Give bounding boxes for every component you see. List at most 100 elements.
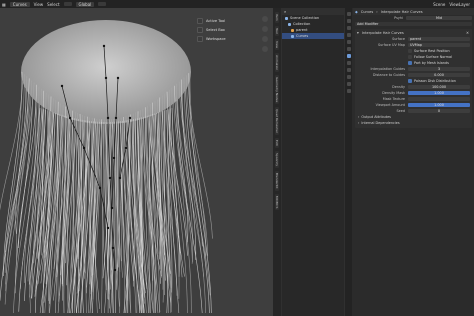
checkbox[interactable] (408, 61, 412, 65)
property-field[interactable]: 3 (408, 66, 470, 72)
property-label: Viewport Amount (375, 103, 405, 107)
tab-view[interactable]: View (275, 38, 279, 50)
camera-icon[interactable] (262, 36, 268, 42)
control-point[interactable] (124, 146, 128, 150)
control-point[interactable] (112, 156, 116, 160)
control-point[interactable] (98, 186, 102, 190)
constraints-tab-icon[interactable] (346, 75, 351, 79)
control-point[interactable] (128, 116, 132, 120)
control-point[interactable] (110, 206, 114, 210)
tab-edit[interactable]: Edit (275, 138, 279, 149)
world-tab-icon[interactable] (346, 40, 351, 44)
property-field[interactable]: parent (408, 36, 470, 42)
modifier-header[interactable]: ▾ Interpolate Hair Curves ✕ (355, 29, 472, 36)
separator (63, 2, 72, 6)
control-point[interactable] (108, 176, 112, 180)
object-name: Curves (360, 9, 374, 14)
property-field[interactable]: 0.000 (408, 72, 470, 78)
control-point[interactable] (118, 176, 122, 180)
zoom-icon[interactable] (262, 16, 268, 22)
scene-tab-icon[interactable] (346, 33, 351, 37)
tab-geometry-nodes[interactable]: Geometry Nodes (275, 75, 279, 105)
tab-tool[interactable]: Tool (275, 25, 279, 36)
hair-strand (155, 100, 161, 260)
object-tab-icon[interactable] (346, 47, 351, 51)
property-label: Surface (392, 37, 405, 41)
close-icon[interactable]: ✕ (466, 31, 472, 35)
overlay-item[interactable]: Select Box (197, 27, 226, 33)
property-field[interactable]: Mid (406, 15, 472, 21)
snap-toggle[interactable] (98, 2, 107, 6)
curves-icon: ◆ (355, 9, 358, 14)
property-label: Interpolation Guides (370, 67, 405, 71)
view-menu[interactable]: View (34, 2, 44, 7)
property-label: Psyhi (394, 16, 403, 20)
add-modifier-button[interactable]: Add Modifier (355, 21, 472, 27)
properties-editor: ◆ Curves › Interpolate Hair Curves Psyhi… (345, 8, 474, 316)
property-field[interactable]: 1.000 (408, 90, 470, 96)
control-point[interactable] (116, 76, 120, 80)
select-menu[interactable]: Select (47, 2, 59, 7)
viewlayer-selector[interactable]: ViewLayer (449, 2, 474, 7)
physics-tab-icon[interactable] (346, 68, 351, 72)
checkbox[interactable] (408, 55, 412, 59)
scene-selector[interactable]: Scene (433, 2, 445, 7)
checkbox-label: Part by Mesh Islands (414, 61, 449, 65)
tab-blenderkit[interactable]: BlenderKit (275, 171, 279, 191)
render-tab-icon[interactable] (346, 19, 351, 23)
modifier-panel: ▾ Interpolate Hair Curves ✕ Surface paren… (355, 29, 472, 128)
viewport-3d[interactable]: Active Tool Select Box Workspace (0, 8, 273, 316)
tab-spoonify[interactable]: Spoonify (275, 151, 279, 169)
filter-icon[interactable]: ⌕ (284, 9, 286, 14)
property-label: Density (392, 85, 405, 89)
collection-icon (285, 16, 288, 20)
checkbox[interactable] (408, 79, 412, 83)
control-point[interactable] (106, 226, 110, 230)
checkbox-label: Poisson Disk Distribution (414, 79, 456, 83)
control-point[interactable] (82, 146, 86, 150)
checkbox-label: Surface Rest Position (414, 49, 450, 53)
tab-item[interactable]: Item (275, 12, 279, 23)
chevron-down-icon[interactable]: ▾ (357, 31, 359, 35)
control-point[interactable] (104, 76, 108, 80)
property-label: Surface UV Map (377, 43, 405, 47)
tab-quad-remesher[interactable]: Quad Remesher (275, 107, 279, 136)
material-tab-icon[interactable] (346, 89, 351, 93)
property-field[interactable]: 1.000 (408, 102, 470, 108)
control-point[interactable] (106, 116, 110, 120)
hair-strand (118, 118, 121, 314)
control-point[interactable] (102, 44, 106, 48)
property-field[interactable]: 0 (408, 108, 470, 114)
editor-type-icon[interactable]: ▦ (2, 2, 6, 7)
section-internal-dependencies[interactable]: › Internal Dependencies (355, 120, 472, 126)
tab-miomcs[interactable]: MIOMCS (275, 193, 279, 211)
tool-tab-icon[interactable] (346, 12, 351, 16)
hair-strand (181, 79, 197, 260)
dome-surface (21, 20, 191, 124)
pan-icon[interactable] (262, 26, 268, 32)
property-field[interactable]: 100.000 (408, 84, 470, 90)
output-tab-icon[interactable] (346, 26, 351, 30)
mode-selector[interactable]: Curves (9, 1, 30, 7)
navigation-gizmo[interactable] (262, 16, 268, 52)
control-point[interactable] (60, 84, 64, 88)
control-point[interactable] (68, 116, 72, 120)
control-point[interactable] (114, 116, 118, 120)
checkbox[interactable] (408, 49, 412, 53)
modifier-tab-icon[interactable] (346, 54, 351, 58)
overlay-item[interactable]: Workspace (197, 36, 226, 42)
transform-orientation[interactable]: Global (75, 1, 95, 7)
property-field[interactable]: UVMap (408, 42, 470, 48)
overlay-item[interactable]: Active Tool (197, 18, 226, 24)
grid-icon[interactable] (262, 46, 268, 52)
checkbox-icon (197, 36, 203, 42)
property-label: Distance to Guides (372, 73, 405, 77)
data-tab-icon[interactable] (346, 82, 351, 86)
control-point[interactable] (111, 246, 115, 250)
tab-animation[interactable]: Animation (275, 52, 279, 73)
control-point[interactable] (113, 268, 117, 272)
modifier-name-field[interactable]: Interpolate Hair Curves (362, 31, 404, 35)
particles-tab-icon[interactable] (346, 61, 351, 65)
outliner-row-selected[interactable]: Curves (282, 33, 344, 39)
property-field[interactable] (408, 96, 470, 102)
